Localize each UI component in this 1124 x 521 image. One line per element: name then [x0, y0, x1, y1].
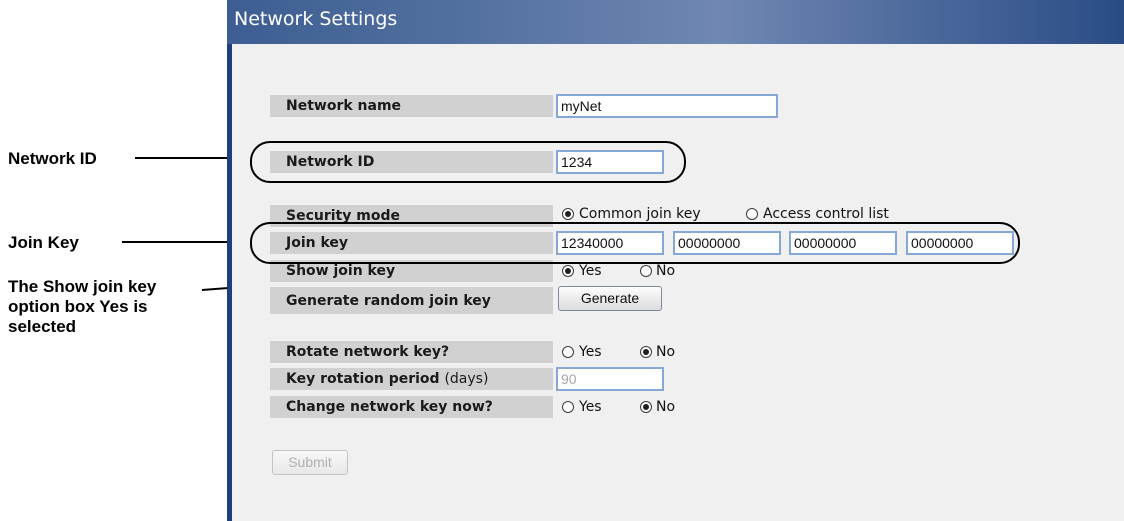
submit-button[interactable]: Submit [272, 450, 348, 475]
rotate-network-key-yes-radio[interactable] [562, 346, 574, 358]
change-network-key-label-cell: Change network key now? [270, 396, 553, 418]
rotate-network-key-no-text: No [656, 344, 676, 360]
change-network-key-yes-text: Yes [579, 399, 602, 415]
key-rotation-period-label-cell: Key rotation period (days) [270, 368, 553, 390]
change-network-key-yes-radio[interactable] [562, 401, 574, 413]
highlight-network-id [250, 141, 686, 183]
rotate-network-key-label: Rotate network key? [286, 344, 450, 360]
key-rotation-period-input[interactable] [556, 367, 664, 391]
security-mode-common-text: Common join key [579, 206, 701, 222]
page-title: Network Settings [234, 8, 398, 30]
key-rotation-period-label: Key rotation period (days) [286, 368, 488, 390]
show-join-key-no-radio[interactable] [640, 265, 652, 277]
show-join-key-no-text: No [656, 263, 676, 279]
highlight-join-key [250, 222, 1020, 264]
security-mode-acl-radio[interactable] [746, 208, 758, 220]
network-name-label-cell: Network name [270, 95, 553, 117]
security-mode-acl-text: Access control list [763, 206, 889, 222]
change-network-key-label: Change network key now? [286, 399, 493, 415]
network-name-input[interactable] [556, 94, 778, 118]
generate-join-key-label-cell: Generate random join key [270, 287, 553, 314]
key-rotation-period-unit: (days) [444, 371, 489, 387]
key-rotation-period-label-text: Key rotation period [286, 371, 440, 387]
generate-button[interactable]: Generate [558, 286, 662, 311]
network-name-label: Network name [286, 98, 402, 114]
show-join-key-yes-radio[interactable] [562, 265, 574, 277]
rotate-network-key-no-radio[interactable] [640, 346, 652, 358]
generate-join-key-label: Generate random join key [286, 293, 491, 309]
show-join-key-yes-text: Yes [579, 263, 602, 279]
rotate-network-key-yes-text: Yes [579, 344, 602, 360]
rotate-network-key-label-cell: Rotate network key? [270, 341, 553, 363]
change-network-key-no-radio[interactable] [640, 401, 652, 413]
change-network-key-no-text: No [656, 399, 676, 415]
panel-left-border [227, 0, 232, 521]
security-mode-common-radio[interactable] [562, 208, 574, 220]
